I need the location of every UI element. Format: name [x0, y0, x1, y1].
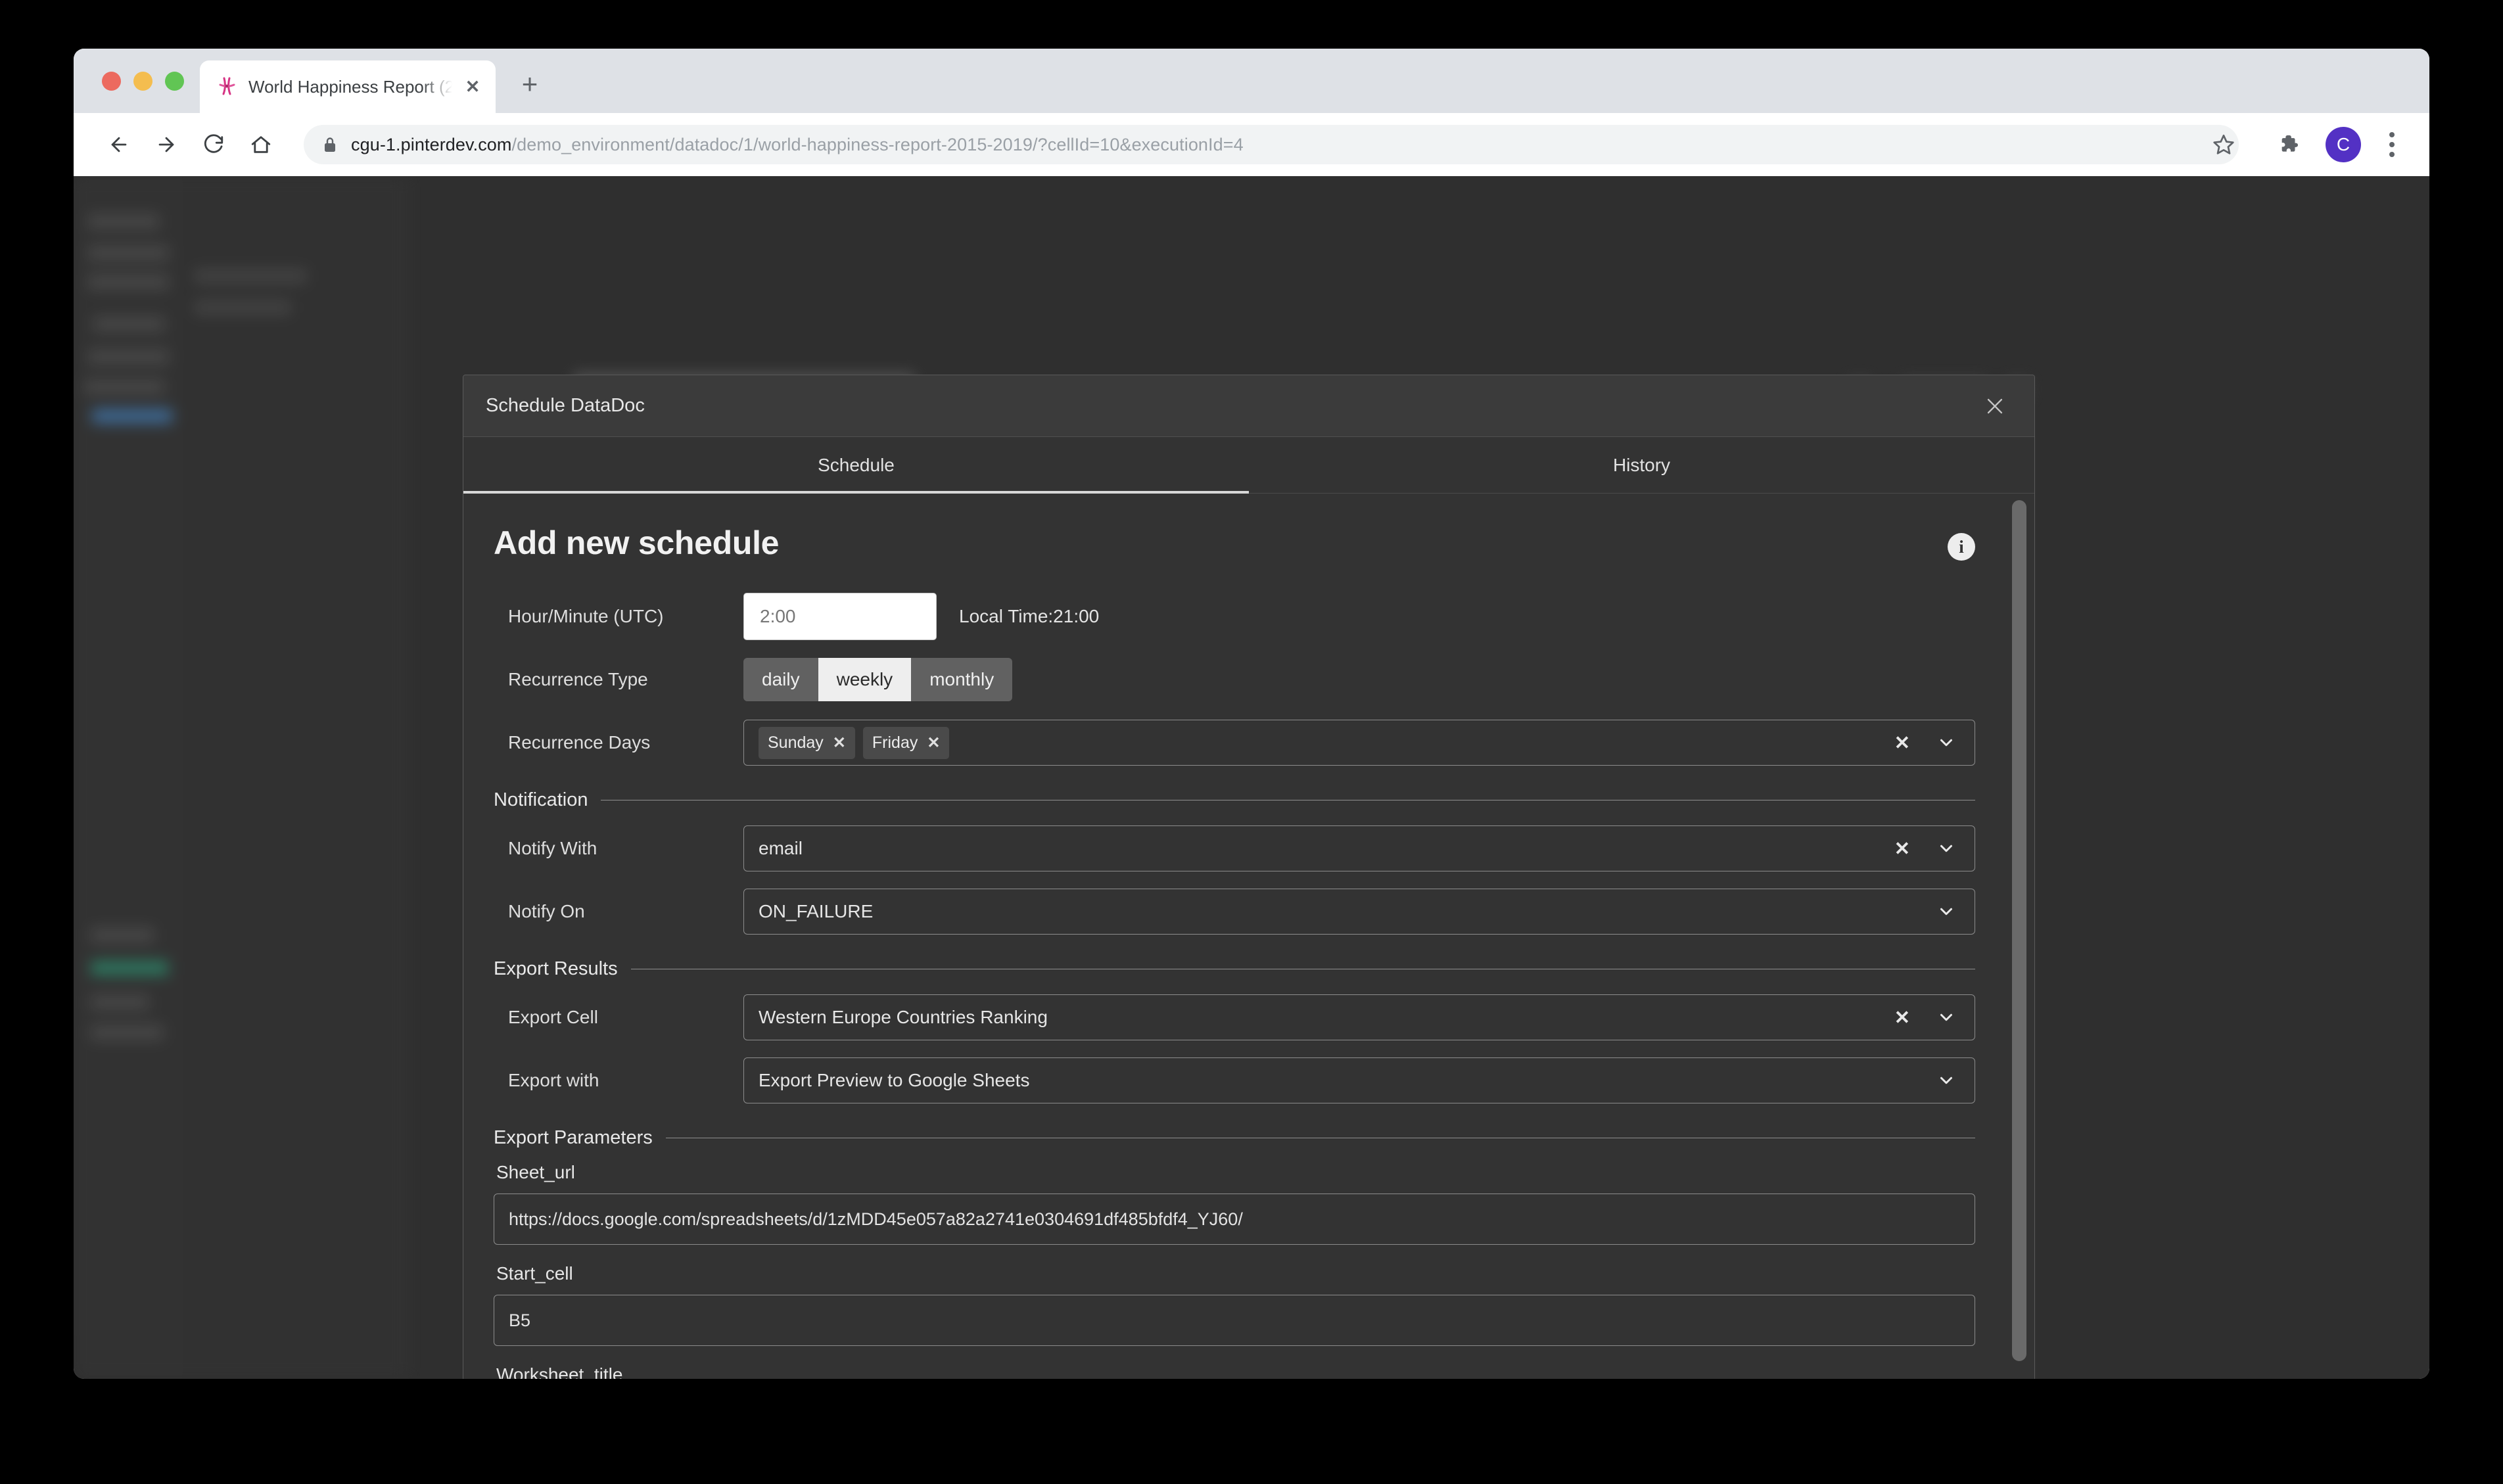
remove-tag-icon[interactable]: ✕: [833, 733, 846, 753]
tag-sunday-label: Sunday: [768, 733, 824, 752]
modal-scroll-area: Add new schedule i Hour/Minute (UTC) 2:0…: [463, 494, 2034, 1379]
chevron-down-icon[interactable]: [1930, 839, 1963, 858]
chevron-down-icon[interactable]: [1930, 902, 1963, 921]
modal-header: Schedule DataDoc: [463, 375, 2034, 437]
address-bar-host: cgu-1.pinterdev.com: [351, 134, 512, 154]
notify-with-select[interactable]: email ✕: [743, 825, 1975, 871]
sheet-url-input[interactable]: https://docs.google.com/spreadsheets/d/1…: [494, 1194, 1975, 1245]
notify-on-label: Notify On: [508, 901, 585, 921]
tab-history[interactable]: History: [1249, 437, 2034, 493]
recurrence-type-label: Recurrence Type: [508, 669, 648, 689]
start-cell-label: Start_cell: [496, 1263, 573, 1284]
bookmark-star-icon[interactable]: [2203, 124, 2244, 165]
field-recurrence-days: Recurrence Days Sunday ✕ Friday ✕ ✕: [494, 718, 1975, 767]
local-time-text: Local Time:21:00: [959, 606, 1100, 626]
tag-sunday: Sunday ✕: [759, 726, 855, 759]
export-cell-label: Export Cell: [508, 1007, 598, 1027]
field-export-with: Export with Export Preview to Google She…: [494, 1056, 1975, 1105]
window-traffic-lights: [74, 72, 184, 113]
new-tab-button[interactable]: +: [513, 67, 547, 101]
browser-toolbar: cgu-1.pinterdev.com/demo_environment/dat…: [74, 113, 2429, 176]
export-results-legend-label: Export Results: [494, 958, 618, 979]
export-with-select[interactable]: Export Preview to Google Sheets: [743, 1057, 1975, 1103]
notify-with-label: Notify With: [508, 838, 597, 858]
extensions-puzzle-icon[interactable]: [2270, 126, 2308, 164]
worksheet-title-label: Worksheet_title: [496, 1364, 623, 1379]
window-maximize-button[interactable]: [165, 72, 184, 91]
export-with-value: Export Preview to Google Sheets: [759, 1070, 1030, 1090]
window-close-button[interactable]: [102, 72, 121, 91]
remove-tag-icon[interactable]: ✕: [927, 733, 940, 753]
address-bar[interactable]: cgu-1.pinterdev.com/demo_environment/dat…: [304, 125, 2239, 164]
export-parameters-legend-label: Export Parameters: [494, 1127, 653, 1148]
recurrence-days-tags: Sunday ✕ Friday ✕: [759, 726, 1875, 759]
close-icon[interactable]: ✕: [461, 76, 484, 98]
browser-tab[interactable]: World Happiness Report (2015- ✕: [200, 60, 496, 113]
chevron-down-icon[interactable]: [1930, 733, 1963, 753]
back-icon[interactable]: [97, 123, 141, 166]
reload-icon[interactable]: [192, 123, 235, 166]
tab-schedule[interactable]: Schedule: [463, 437, 1249, 494]
hour-minute-label: Hour/Minute (UTC): [508, 606, 664, 626]
tag-friday: Friday ✕: [862, 726, 950, 759]
field-notify-on: Notify On ON_FAILURE: [494, 887, 1975, 936]
modal-body: Schedule History Add new schedule i Hour…: [463, 437, 2034, 1379]
chevron-down-icon[interactable]: [1930, 1008, 1963, 1027]
profile-avatar[interactable]: C: [2326, 127, 2361, 162]
export-cell-value: Western Europe Countries Ranking: [759, 1007, 1048, 1027]
modal-title: Schedule DataDoc: [486, 395, 645, 416]
close-icon[interactable]: [1978, 389, 2012, 423]
add-new-schedule-header: Add new schedule i: [494, 524, 1975, 562]
info-icon[interactable]: i: [1948, 533, 1975, 561]
recurrence-option-monthly[interactable]: monthly: [911, 658, 1013, 701]
page-title: Add new schedule: [494, 524, 780, 561]
clear-icon[interactable]: ✕: [1884, 1006, 1921, 1029]
home-icon[interactable]: [239, 123, 283, 166]
chevron-down-icon[interactable]: [1930, 1071, 1963, 1090]
window-minimize-button[interactable]: [133, 72, 152, 91]
app-page: Schedule DataDoc Schedule History Add ne…: [74, 176, 2429, 1379]
notify-on-value: ON_FAILURE: [759, 901, 874, 921]
modal-scrollbar-thumb[interactable]: [2012, 500, 2026, 1361]
address-bar-path: /demo_environment/datadoc/1/world-happin…: [511, 134, 1244, 154]
sheet-url-label: Sheet_url: [496, 1162, 575, 1182]
field-recurrence-type: Recurrence Type daily weekly monthly: [494, 655, 1975, 704]
address-bar-url: cgu-1.pinterdev.com/demo_environment/dat…: [351, 135, 1244, 155]
lock-icon: [322, 135, 338, 154]
field-export-cell: Export Cell Western Europe Countries Ran…: [494, 993, 1975, 1042]
modal-tabs: Schedule History: [463, 437, 2034, 494]
notification-legend: Notification: [494, 789, 1975, 811]
browser-window: World Happiness Report (2015- ✕ +: [74, 49, 2429, 1379]
schedule-datadoc-modal: Schedule DataDoc Schedule History Add ne…: [463, 375, 2035, 1379]
recurrence-option-daily[interactable]: daily: [743, 658, 818, 701]
forward-icon[interactable]: [145, 123, 188, 166]
field-notify-with: Notify With email ✕: [494, 824, 1975, 873]
recurrence-days-select[interactable]: Sunday ✕ Friday ✕ ✕: [743, 720, 1975, 766]
browser-menu-icon[interactable]: [2374, 126, 2410, 164]
querybook-logo-icon: [216, 75, 239, 99]
recurrence-days-label: Recurrence Days: [508, 732, 651, 753]
recurrence-type-segmented-control: daily weekly monthly: [743, 658, 1013, 701]
field-hour-minute: Hour/Minute (UTC) 2:00 Local Time:21:00: [494, 592, 1975, 641]
clear-icon[interactable]: ✕: [1884, 837, 1921, 860]
export-cell-select[interactable]: Western Europe Countries Ranking ✕: [743, 994, 1975, 1040]
browser-tab-title: World Happiness Report (2015-: [248, 76, 452, 97]
export-results-legend: Export Results: [494, 958, 1975, 980]
recurrence-option-weekly[interactable]: weekly: [818, 658, 912, 701]
notify-with-value: email: [759, 838, 803, 858]
notification-legend-label: Notification: [494, 789, 588, 810]
start-cell-input[interactable]: B5: [494, 1295, 1975, 1346]
modal-overlay: Schedule DataDoc Schedule History Add ne…: [74, 176, 2429, 1379]
clear-icon[interactable]: ✕: [1884, 731, 1921, 754]
tag-friday-label: Friday: [872, 733, 918, 752]
notify-on-select[interactable]: ON_FAILURE: [743, 889, 1975, 935]
export-with-label: Export with: [508, 1070, 599, 1090]
export-parameters-legend: Export Parameters: [494, 1127, 1975, 1149]
modal-scrollbar-track[interactable]: [2012, 500, 2026, 1379]
hour-minute-input[interactable]: 2:00: [743, 593, 937, 640]
browser-tabstrip: World Happiness Report (2015- ✕ +: [74, 49, 2429, 113]
